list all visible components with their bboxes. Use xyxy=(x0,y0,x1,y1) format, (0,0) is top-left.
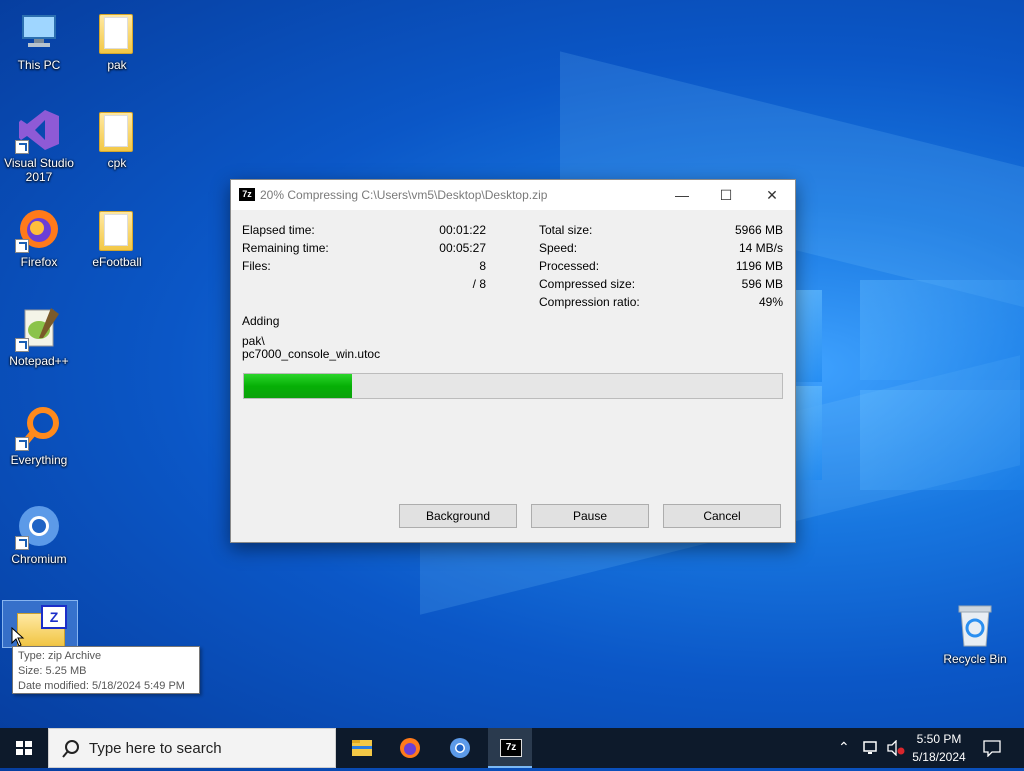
dialog-titlebar[interactable]: 7z 20% Compressing C:\Users\vm5\Desktop\… xyxy=(231,180,795,210)
folder-icon xyxy=(93,205,141,253)
taskbar: Type here to search 7z ⌃ 5:50 PM 5/18/20… xyxy=(0,728,1024,768)
desktop-icon-everything[interactable]: Everything xyxy=(0,403,78,467)
network-icon[interactable] xyxy=(862,740,880,756)
desktop-icon-label: Chromium xyxy=(11,552,67,566)
desktop-icon-cpk[interactable]: cpk xyxy=(78,106,156,170)
maximize-button[interactable]: ☐ xyxy=(703,180,749,210)
tooltip-size: Size: 5.25 MB xyxy=(18,665,87,677)
taskbar-chromium[interactable] xyxy=(436,728,484,768)
desktop-icon-label: cpk xyxy=(107,156,127,170)
file-explorer-icon xyxy=(352,740,372,756)
search-placeholder: Type here to search xyxy=(89,740,222,757)
desktop-icon-visual-studio[interactable]: Visual Studio 2017 xyxy=(0,106,78,184)
7zip-icon: 7z xyxy=(500,739,522,757)
file-tooltip: Type: zip Archive Size: 5.25 MB Date mod… xyxy=(12,646,200,694)
shortcut-arrow-icon xyxy=(15,140,29,154)
everything-icon xyxy=(15,403,63,451)
desktop-icon-label: This PC xyxy=(17,58,61,72)
cancel-button[interactable]: Cancel xyxy=(663,504,781,528)
current-path: pak\ xyxy=(242,334,265,348)
minimize-button[interactable]: — xyxy=(659,180,705,210)
clock-time[interactable]: 5:50 PM xyxy=(900,732,978,746)
desktop-icon-label: Notepad++ xyxy=(9,354,69,368)
desktop-icon-label: pak xyxy=(107,58,127,72)
shortcut-arrow-icon xyxy=(15,536,29,550)
taskbar-search-box[interactable]: Type here to search xyxy=(48,728,336,768)
desktop-icon-label: Visual Studio 2017 xyxy=(4,156,74,184)
compression-ratio-value: 49% xyxy=(758,295,783,309)
desktop-icon-label: eFootball xyxy=(92,255,142,269)
close-button[interactable]: ✕ xyxy=(749,180,795,210)
compressed-size-label: Compressed size: xyxy=(539,277,636,291)
firefox-icon xyxy=(15,205,63,253)
elapsed-time-value: 00:01:22 xyxy=(439,223,486,237)
chromium-icon xyxy=(15,502,63,550)
files-total-value: / 8 xyxy=(472,277,486,291)
elapsed-time-label: Elapsed time: xyxy=(242,223,315,237)
recycle-bin-icon xyxy=(951,602,999,650)
speed-label: Speed: xyxy=(539,241,578,255)
taskbar-7zip[interactable]: 7z xyxy=(488,728,532,768)
windows-logo-pane xyxy=(794,386,822,480)
taskbar-file-explorer[interactable] xyxy=(338,728,386,768)
folder-icon xyxy=(93,106,141,154)
visual-studio-icon xyxy=(15,106,63,154)
windows-logo-pane xyxy=(860,390,1024,490)
desktop-icon-label: Recycle Bin xyxy=(943,652,1007,666)
firefox-icon xyxy=(400,738,420,758)
status-text: Adding xyxy=(242,314,280,328)
compression-ratio-label: Compression ratio: xyxy=(539,295,640,309)
show-hidden-icons-button[interactable]: ⌃ xyxy=(838,739,850,756)
shortcut-arrow-icon xyxy=(15,338,29,352)
desktop-icon-pak[interactable]: pak xyxy=(78,8,156,72)
start-button[interactable] xyxy=(0,728,48,768)
desktop-icon-recycle-bin[interactable]: Recycle Bin xyxy=(936,602,1014,666)
pause-button[interactable]: Pause xyxy=(531,504,649,528)
chromium-icon xyxy=(450,738,470,758)
desktop-icon-chromium[interactable]: Chromium xyxy=(0,502,78,566)
files-value: 8 xyxy=(479,259,486,273)
desktop-icon-this-pc[interactable]: This PC xyxy=(0,8,78,72)
notepadpp-icon xyxy=(15,304,63,352)
windows-logo-pane xyxy=(794,290,822,382)
progress-fill xyxy=(244,374,352,398)
current-file: pc7000_console_win.utoc xyxy=(242,347,381,361)
desktop-icon-zip-selected[interactable]: Z xyxy=(2,600,78,648)
remaining-time-value: 00:05:27 xyxy=(439,241,486,255)
desktop-icon-label: Firefox xyxy=(20,255,58,269)
notifications-icon[interactable] xyxy=(982,739,1002,757)
mouse-cursor-icon xyxy=(11,627,25,647)
desktop-icon-label: Everything xyxy=(10,453,68,467)
desktop-icon-firefox[interactable]: Firefox xyxy=(0,205,78,269)
tooltip-date-modified: Date modified: 5/18/2024 5:49 PM xyxy=(18,680,185,692)
shortcut-arrow-icon xyxy=(15,437,29,451)
taskbar-firefox[interactable] xyxy=(386,728,434,768)
windows-logo-icon xyxy=(16,741,32,755)
tooltip-type: Type: zip Archive xyxy=(18,650,102,662)
computer-icon xyxy=(15,8,63,56)
windows-logo-pane xyxy=(860,280,1024,380)
background-button[interactable]: Background xyxy=(399,504,517,528)
processed-value: 1196 MB xyxy=(735,259,783,273)
shortcut-arrow-icon xyxy=(15,239,29,253)
remaining-time-label: Remaining time: xyxy=(242,241,329,255)
dialog-title: 20% Compressing C:\Users\vm5\Desktop\Des… xyxy=(260,188,548,202)
7zip-app-icon: 7z xyxy=(239,188,255,201)
compressed-size-value: 596 MB xyxy=(741,277,783,291)
total-size-value: 5966 MB xyxy=(734,223,783,237)
compress-progress-dialog: 7z 20% Compressing C:\Users\vm5\Desktop\… xyxy=(230,179,796,543)
processed-label: Processed: xyxy=(539,259,600,273)
search-icon xyxy=(62,740,79,758)
total-size-label: Total size: xyxy=(539,223,593,237)
progress-bar xyxy=(243,373,783,399)
desktop-icon-notepadpp[interactable]: Notepad++ xyxy=(0,304,78,368)
desktop-icon-efootball[interactable]: eFootball xyxy=(78,205,156,269)
speed-value: 14 MB/s xyxy=(738,241,783,255)
clock-date[interactable]: 5/18/2024 xyxy=(900,750,978,764)
files-label: Files: xyxy=(242,259,271,273)
folder-icon xyxy=(93,8,141,56)
